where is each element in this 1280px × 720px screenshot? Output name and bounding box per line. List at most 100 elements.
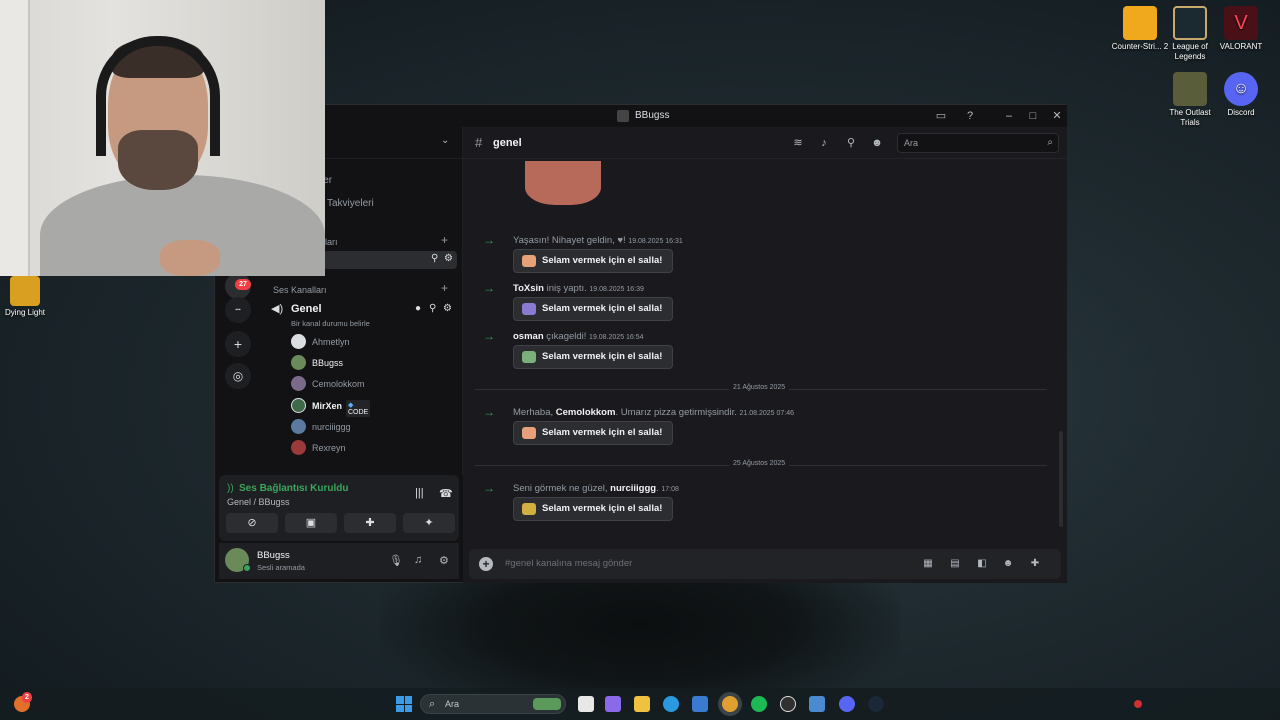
message-composer[interactable]: + #genel kanalına mesaj gönder ▦ ▤ ◧ ☻ ✚	[469, 549, 1061, 579]
chat-icon[interactable]: ●	[415, 303, 421, 314]
microphone-icon[interactable]: 🎙︎	[389, 554, 403, 567]
channel-status-prompt[interactable]: Bir kanal durumu belirle	[291, 319, 370, 328]
copilot-icon[interactable]	[605, 696, 621, 712]
sticker-icon[interactable]: ◧	[975, 557, 989, 571]
system-message: Yaşasın! Nihayet geldin, ♥! 19.08.2025 1…	[513, 235, 683, 246]
invite-icon[interactable]: ⚲	[429, 303, 436, 314]
join-arrow-icon: →	[483, 329, 495, 343]
close-button[interactable]: ✕	[1049, 108, 1065, 124]
taskbar-search[interactable]: ⌕ Ara	[420, 694, 566, 714]
message-username[interactable]: ToXsin	[513, 283, 544, 294]
webcam-person-hand	[160, 240, 220, 276]
screen-share-button[interactable]: ▣	[285, 513, 337, 533]
headphones-icon[interactable]: ♫	[414, 554, 422, 566]
invite-icon[interactable]: ⚲	[431, 253, 438, 264]
composer-placeholder: #genel kanalına mesaj gönder	[505, 558, 633, 569]
activity-button[interactable]: ✚	[344, 513, 396, 533]
webcam-headset	[96, 36, 220, 156]
text-category-partial[interactable]: ları	[325, 237, 338, 247]
scrollbar[interactable]	[1059, 431, 1063, 527]
activities-icon[interactable]: ✚	[1028, 557, 1042, 571]
voice-location[interactable]: Genel / BBugss	[227, 497, 290, 507]
desktop-icon-dying-light[interactable]: Dying Light	[0, 276, 55, 318]
channel-header: # genel ≋ ♪ ⚲ ☻ Ara ⌕	[463, 127, 1067, 159]
wave-button[interactable]: Selam vermek için el salla!	[513, 249, 673, 273]
soundboard-button[interactable]: ✦	[403, 513, 455, 533]
chevron-down-icon: ⌄	[441, 135, 450, 146]
camera-off-button[interactable]: ⊘	[226, 513, 278, 533]
app-icon-2[interactable]	[809, 696, 825, 712]
chrome-icon[interactable]	[722, 696, 738, 712]
notification-badge: 27	[235, 279, 251, 290]
wave-button[interactable]: Selam vermek için el salla!	[513, 297, 673, 321]
member-name: Cemolokkom	[312, 379, 365, 389]
gear-icon[interactable]: ⚙	[444, 253, 453, 264]
start-icon[interactable]	[396, 696, 412, 712]
start-tile	[404, 696, 412, 704]
voice-channel-name: Genel	[291, 303, 322, 315]
league-icon	[1173, 6, 1207, 40]
wave-sticker-icon	[522, 503, 536, 515]
avatar	[291, 334, 306, 349]
voice-status[interactable]: Ses Bağlantısı Kuruldu	[239, 483, 348, 494]
gear-icon[interactable]: ⚙	[443, 303, 452, 314]
search-input[interactable]: Ara ⌕	[897, 133, 1059, 153]
server-icon-2[interactable]: ▪▪▪	[225, 297, 251, 323]
add-attachment-icon[interactable]: +	[479, 557, 493, 571]
pin-icon[interactable]: ⚲	[844, 136, 858, 150]
voice-category[interactable]: Ses Kanalları	[273, 285, 327, 295]
member-name: BBugss	[312, 358, 344, 368]
tray-icon[interactable]	[1134, 700, 1142, 708]
avatar	[291, 440, 306, 455]
spotify-icon[interactable]	[751, 696, 767, 712]
message-username[interactable]: nurciiiggg	[610, 483, 656, 494]
threads-icon[interactable]: ≋	[791, 136, 805, 150]
wave-label: Selam vermek için el salla!	[542, 351, 663, 362]
members-icon[interactable]: ☻	[870, 136, 884, 150]
gift-icon[interactable]: ▦	[921, 557, 935, 571]
sidebar-item-boosts[interactable]: Takviyeleri	[327, 198, 374, 209]
noise-suppression-icon[interactable]: |||	[415, 487, 424, 499]
discord-taskbar-icon[interactable]	[839, 696, 855, 712]
emoji-icon[interactable]: ☻	[1001, 557, 1015, 571]
voice-channel-genel[interactable]: ◀) Genel ● ⚲ ⚙	[271, 301, 461, 319]
edge-icon[interactable]	[663, 696, 679, 712]
message-username[interactable]: Cemolokkom	[556, 407, 616, 418]
valorant-icon: V	[1224, 6, 1258, 40]
outlast-icon	[1173, 72, 1207, 106]
join-arrow-icon: →	[483, 405, 495, 419]
bell-icon[interactable]: ♪	[817, 136, 831, 150]
wave-button[interactable]: Selam vermek için el salla!	[513, 421, 673, 445]
add-voice-channel-icon[interactable]: +	[441, 281, 448, 295]
join-arrow-icon: →	[483, 481, 495, 495]
desktop-icon-discord[interactable]: ☺ Discord	[1211, 72, 1271, 118]
inbox-icon[interactable]: ▭	[933, 108, 949, 124]
wave-button[interactable]: Selam vermek için el salla!	[513, 345, 673, 369]
store-icon[interactable]	[692, 696, 708, 712]
minimize-button[interactable]: –	[1001, 108, 1017, 124]
date-divider: 21 Ağustos 2025	[475, 384, 1047, 391]
desktop-icon-valorant[interactable]: V VALORANT	[1211, 6, 1271, 52]
file-explorer-icon[interactable]	[634, 696, 650, 712]
username[interactable]: BBugss	[257, 550, 290, 561]
member-name: nurciiiggg	[312, 422, 351, 432]
add-server-icon[interactable]: +	[225, 331, 251, 357]
disconnect-icon[interactable]: ☎	[439, 487, 453, 500]
gif-icon[interactable]: ▤	[948, 557, 962, 571]
message-username[interactable]: osman	[513, 331, 544, 342]
maximize-button[interactable]: □	[1025, 108, 1041, 124]
app-icon[interactable]	[780, 696, 796, 712]
help-icon[interactable]: ?	[962, 108, 978, 124]
screen-share-icon: ▣	[305, 517, 317, 529]
message-text: .	[656, 483, 659, 494]
gamepad-icon: ✚	[365, 517, 375, 529]
discover-icon[interactable]: ◎	[225, 363, 251, 389]
avatar	[291, 419, 306, 434]
voice-connection-panel: )) Ses Bağlantısı Kuruldu Genel / BBugss…	[219, 475, 459, 541]
settings-icon[interactable]: ⚙	[439, 554, 449, 567]
user-status: Sesli aramada	[257, 563, 305, 572]
task-view-icon[interactable]	[578, 696, 594, 712]
wave-button[interactable]: Selam vermek için el salla!	[513, 497, 673, 521]
add-channel-icon[interactable]: +	[441, 233, 448, 247]
steam-icon[interactable]	[868, 696, 884, 712]
